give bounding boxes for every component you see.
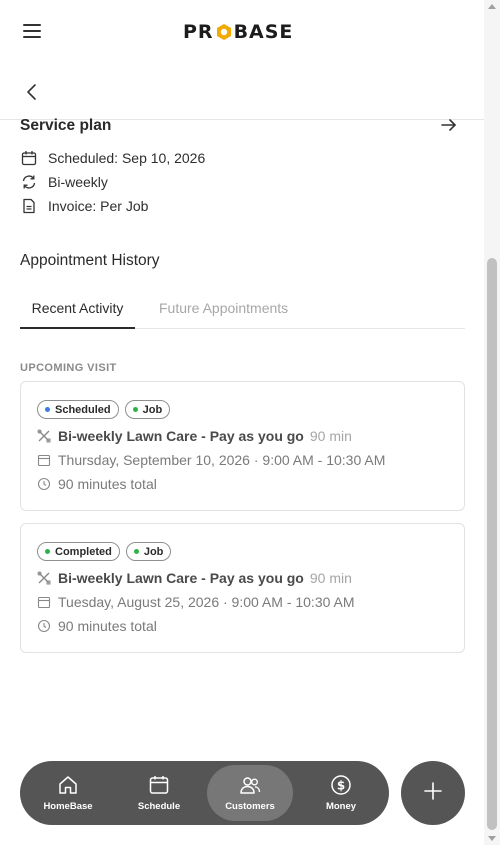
- page-scrollbar[interactable]: [484, 0, 500, 845]
- clock-icon: [37, 477, 51, 491]
- home-icon: [57, 774, 79, 796]
- plan-frequency-text: Bi-weekly: [48, 174, 108, 190]
- card-total-row: 90 minutes total: [37, 618, 157, 634]
- scroll-down-arrow-icon[interactable]: [488, 836, 496, 841]
- type-badge: Job: [125, 542, 172, 561]
- plan-frequency-row: Bi-weekly: [20, 173, 108, 191]
- appointment-datetime: Thursday, September 10, 2026 · 9:00 AM -…: [58, 452, 386, 468]
- probase-logo: PR BASE: [183, 21, 294, 43]
- svg-text:$: $: [337, 779, 345, 793]
- plus-icon: [422, 780, 444, 807]
- upcoming-visit-label: UPCOMING VISIT: [20, 362, 117, 374]
- card-badges: Completed Job: [37, 542, 172, 561]
- tab-future-appointments[interactable]: Future Appointments: [159, 300, 288, 316]
- status-badge: Scheduled: [37, 400, 119, 419]
- hamburger-menu-icon[interactable]: [23, 24, 41, 38]
- repeat-icon: [20, 173, 38, 191]
- tools-icon: [37, 429, 51, 443]
- logo-hexagon-icon: [215, 23, 233, 41]
- card-datetime-row: Thursday, September 10, 2026 · 9:00 AM -…: [37, 452, 385, 468]
- calendar-icon: [148, 774, 170, 796]
- tools-icon: [37, 571, 51, 585]
- bottom-navigation: HomeBase Schedule Customers $ Money: [20, 761, 389, 825]
- clock-icon: [37, 619, 51, 633]
- appointment-title: Bi-weekly Lawn Care - Pay as you go: [58, 570, 304, 586]
- plan-invoice-text: Invoice: Per Job: [48, 198, 149, 214]
- appointment-duration: 90 min: [309, 428, 352, 444]
- appointment-total: 90 minutes total: [58, 476, 157, 492]
- status-badge: Completed: [37, 542, 120, 561]
- nav-schedule[interactable]: Schedule: [116, 765, 202, 821]
- service-plan-title: Service plan: [20, 117, 112, 134]
- tab-recent-activity[interactable]: Recent Activity: [20, 300, 135, 329]
- type-badge: Job: [124, 400, 171, 419]
- back-chevron-icon[interactable]: [22, 82, 42, 102]
- service-plan-arrow-right-icon[interactable]: [440, 116, 458, 134]
- card-title-row: Bi-weekly Lawn Care - Pay as you go 90 m…: [37, 428, 352, 444]
- calendar-icon: [20, 149, 38, 167]
- document-icon: [20, 197, 38, 215]
- status-dot-icon: [45, 549, 50, 554]
- appointment-title: Bi-weekly Lawn Care - Pay as you go: [58, 428, 304, 444]
- status-dot-icon: [45, 407, 50, 412]
- back-navigation-bar: [0, 62, 484, 120]
- card-badges: Scheduled Job: [37, 400, 171, 419]
- appointment-card[interactable]: Completed Job Bi-weekly Lawn Care - Pay …: [20, 523, 465, 653]
- appointment-datetime: Tuesday, August 25, 2026 · 9:00 AM - 10:…: [58, 594, 355, 610]
- calendar-icon: [37, 453, 51, 467]
- plan-scheduled-text: Scheduled: Sep 10, 2026: [48, 150, 206, 166]
- history-tabs: Recent Activity Future Appointments: [20, 290, 465, 329]
- card-title-row: Bi-weekly Lawn Care - Pay as you go 90 m…: [37, 570, 352, 586]
- nav-customers[interactable]: Customers: [207, 765, 293, 821]
- type-dot-icon: [133, 549, 139, 554]
- plan-scheduled-row: Scheduled: Sep 10, 2026: [20, 149, 205, 167]
- appointment-total: 90 minutes total: [58, 618, 157, 634]
- calendar-icon: [37, 595, 51, 609]
- scroll-up-arrow-icon[interactable]: [488, 4, 496, 9]
- users-icon: [239, 774, 261, 796]
- nav-homebase[interactable]: HomeBase: [25, 765, 111, 821]
- appointment-duration: 90 min: [309, 570, 352, 586]
- nav-money[interactable]: $ Money: [298, 765, 384, 821]
- appointment-history-title: Appointment History: [20, 252, 160, 269]
- dollar-icon: $: [330, 774, 352, 796]
- card-datetime-row: Tuesday, August 25, 2026 · 9:00 AM - 10:…: [37, 594, 355, 610]
- top-bar: PR BASE: [0, 0, 484, 62]
- appointment-card[interactable]: Scheduled Job Bi-weekly Lawn Care - Pay …: [20, 381, 465, 511]
- card-total-row: 90 minutes total: [37, 476, 157, 492]
- type-dot-icon: [132, 407, 138, 412]
- add-fab-button[interactable]: [401, 761, 465, 825]
- scroll-thumb[interactable]: [487, 258, 497, 830]
- plan-invoice-row: Invoice: Per Job: [20, 197, 148, 215]
